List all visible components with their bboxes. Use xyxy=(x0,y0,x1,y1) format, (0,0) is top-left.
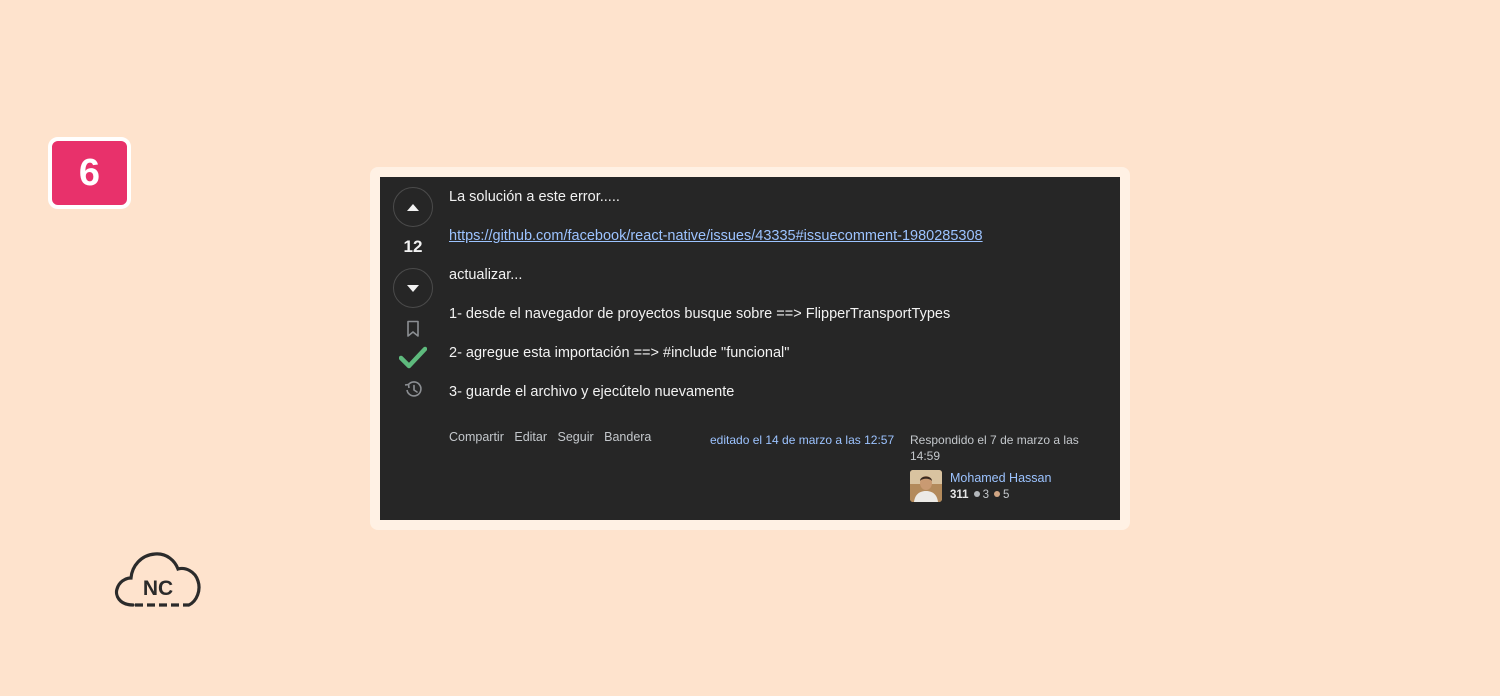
downvote-button[interactable] xyxy=(393,268,433,308)
post-menu: Compartir Editar Seguir Bandera xyxy=(449,430,658,444)
answered-timestamp: Respondido el 7 de marzo a las 14:59 xyxy=(910,433,1079,463)
body-line: actualizar... xyxy=(449,267,523,283)
cloud-icon: NC xyxy=(114,552,201,607)
answer-card: 12 La solución a este error..... https:/… xyxy=(380,177,1120,520)
body-line: 1- desde el navegador de proyectos busqu… xyxy=(449,306,951,322)
avatar[interactable] xyxy=(910,470,942,502)
upvote-button[interactable] xyxy=(393,187,433,227)
silver-badge-count: 3 xyxy=(982,489,989,501)
body-line: 3- guarde el archivo y ejecútelo nuevame… xyxy=(449,384,735,400)
user-signature: Respondido el 7 de marzo a las 14:59 Moh… xyxy=(910,432,1090,503)
body-line: La solución a este error..... xyxy=(449,189,620,205)
arrow-down-icon xyxy=(407,284,419,292)
user-photo xyxy=(910,470,942,502)
github-issue-link[interactable]: https://github.com/facebook/react-native… xyxy=(449,228,983,244)
reputation-score: 311 xyxy=(950,489,969,501)
body-line: 2- agregue esta importación ==> #include… xyxy=(449,345,790,361)
history-icon xyxy=(404,381,422,397)
share-link[interactable]: Compartir xyxy=(449,430,504,444)
user-name-link[interactable]: Mohamed Hassan xyxy=(950,470,1051,487)
vote-count: 12 xyxy=(403,237,423,256)
edit-link[interactable]: Editar xyxy=(514,430,547,444)
arrow-up-icon xyxy=(407,203,419,211)
user-reputation: 311 3 5 xyxy=(950,487,1051,503)
edited-timestamp-link[interactable]: editado el 14 de marzo a las 12:57 xyxy=(710,433,894,447)
accepted-answer-mark xyxy=(399,346,427,370)
flag-link[interactable]: Bandera xyxy=(604,430,651,444)
silver-badge-icon xyxy=(973,491,980,498)
bronze-badge-icon xyxy=(993,491,1000,498)
bookmark-icon xyxy=(407,320,419,337)
checkmark-icon xyxy=(399,346,427,369)
bronze-badge-count: 5 xyxy=(1002,489,1010,501)
bookmark-button[interactable] xyxy=(406,320,420,338)
user-card: Mohamed Hassan 311 3 5 xyxy=(910,470,1090,503)
answer-body: La solución a este error..... https://gi… xyxy=(449,187,1099,421)
step-number-badge: 6 xyxy=(48,137,131,209)
logo-text: NC xyxy=(143,577,173,600)
history-button[interactable] xyxy=(403,380,423,398)
nc-cloud-logo: NC xyxy=(113,549,205,611)
vote-cell: 12 xyxy=(392,187,434,398)
follow-link[interactable]: Seguir xyxy=(558,430,594,444)
